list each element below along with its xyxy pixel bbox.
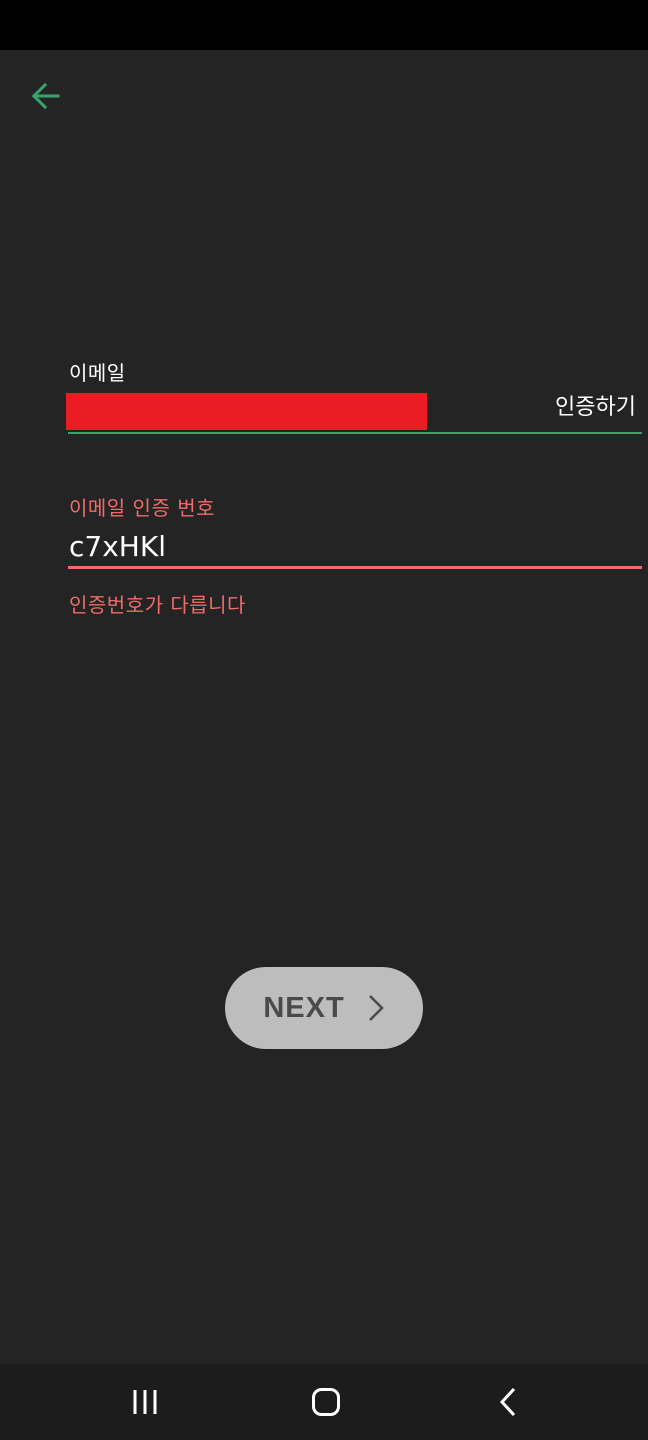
email-underline bbox=[68, 432, 642, 434]
back-chevron-icon bbox=[499, 1387, 516, 1417]
email-value-redacted bbox=[66, 393, 427, 430]
next-button-label: NEXT bbox=[263, 991, 345, 1024]
verification-code-underline bbox=[68, 566, 642, 569]
home-button[interactable] bbox=[296, 1378, 356, 1426]
email-label: 이메일 bbox=[69, 361, 126, 385]
recents-button[interactable] bbox=[115, 1378, 175, 1426]
error-message: 인증번호가 다릅니다 bbox=[69, 593, 246, 617]
system-back-button[interactable] bbox=[478, 1378, 538, 1426]
status-bar bbox=[0, 0, 648, 50]
verify-button[interactable]: 인증하기 bbox=[555, 392, 636, 424]
recents-icon bbox=[133, 1390, 157, 1414]
verification-code-label: 이메일 인증 번호 bbox=[69, 496, 216, 520]
email-field[interactable]: 인증하기 bbox=[66, 392, 642, 432]
arrow-left-icon bbox=[31, 82, 60, 110]
email-verification-screen: 이메일 인증하기 이메일 인증 번호 인증번호가 다릅니다 NEXT bbox=[0, 0, 648, 1440]
back-button[interactable] bbox=[20, 72, 72, 120]
verification-code-input[interactable] bbox=[69, 528, 629, 564]
chevron-right-icon bbox=[368, 995, 384, 1021]
home-icon bbox=[312, 1388, 340, 1416]
next-button[interactable]: NEXT bbox=[225, 967, 423, 1049]
system-navigation-bar bbox=[0, 1364, 648, 1440]
